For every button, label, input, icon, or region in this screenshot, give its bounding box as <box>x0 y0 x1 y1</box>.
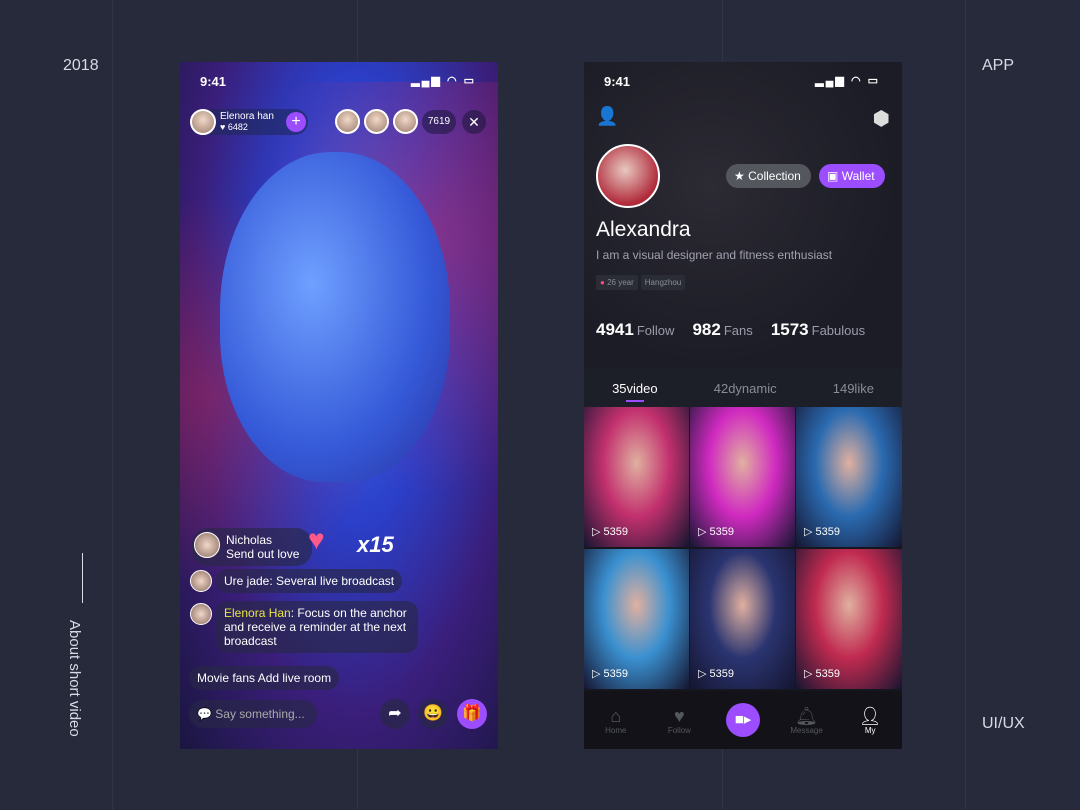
view-count: ▷ 5359 <box>592 668 628 680</box>
nav-home[interactable]: ⌂ Home <box>591 706 641 735</box>
status-icons: ▂▄▆ ◠ ▭ <box>815 75 880 87</box>
wallet-button[interactable]: ▣ Wallet <box>819 164 885 188</box>
nav-follow[interactable]: ♥ Follow <box>654 706 704 735</box>
profile-screen: 9:41 ▂▄▆ ◠ ▭ 👤 ⬢ ★ Collection ▣ Wallet Al… <box>584 62 902 749</box>
avatar[interactable] <box>596 144 660 208</box>
location-tag: Hangzhou <box>640 275 686 290</box>
side-caption: About short video <box>66 620 83 737</box>
tab-dynamic[interactable]: 42dynamic <box>714 381 777 396</box>
tab-video[interactable]: 35video <box>612 381 658 402</box>
viewer-avatar[interactable] <box>364 109 389 134</box>
bell-icon: 🔔︎ <box>795 705 818 726</box>
heart-icon: ♥ <box>674 705 685 726</box>
video-thumbnail[interactable]: ▷ 5359 <box>584 407 689 547</box>
user-icon: 👤︎ <box>858 705 882 726</box>
view-count: ▷ 5359 <box>804 668 840 680</box>
view-count: ▷ 5359 <box>698 668 734 680</box>
emoji-button[interactable]: 😀 <box>418 699 448 729</box>
chat-message: Ure jade: Several live broadcast <box>216 569 403 593</box>
tab-like[interactable]: 149like <box>833 381 874 396</box>
streamer-photo <box>220 152 450 482</box>
host-likes: ♥ 6482 <box>220 122 248 132</box>
home-icon: ⌂ <box>610 705 622 726</box>
viewer-avatar[interactable] <box>335 109 360 134</box>
video-camera-icon: ■▸ <box>725 703 760 737</box>
clock: 9:41 <box>200 74 227 89</box>
video-thumbnail[interactable]: ▷ 5359 <box>690 407 795 547</box>
follow-button[interactable]: + <box>286 112 306 132</box>
viewer-count: 7619 <box>422 110 456 134</box>
nav-my[interactable]: 👤︎ My <box>845 706 895 735</box>
status-icons: ▂▄▆ ◠ ▭ <box>411 75 476 87</box>
settings-icon[interactable]: ⬢ <box>873 106 890 131</box>
view-count: ▷ 5359 <box>804 526 840 538</box>
uiux-label: UI/UX <box>982 715 1025 732</box>
video-thumbnail[interactable]: ▷ 5359 <box>796 407 902 547</box>
avatar <box>190 109 216 135</box>
gift-button[interactable]: 🎁 <box>457 699 487 729</box>
fabulous-stat[interactable]: 1573 Fabulous <box>771 320 865 339</box>
host-badge[interactable]: Elenora han ♥ 6482 + <box>190 109 308 135</box>
year-label: 2018 <box>63 57 99 74</box>
nav-message[interactable]: 🔔︎ Message <box>782 706 832 735</box>
share-button[interactable]: ➦ <box>380 699 410 729</box>
video-thumbnail[interactable]: ▷ 5359 <box>584 549 689 689</box>
clock: 9:41 <box>604 74 631 89</box>
chat-icon: 💬 <box>197 707 212 721</box>
fans-stat[interactable]: 982 Fans <box>692 320 752 339</box>
star-icon: ★ <box>734 169 745 183</box>
stats-row: 4941 Follow 982 Fans 1573 Fabulous <box>596 320 865 340</box>
app-label: APP <box>982 57 1015 74</box>
profile-bio: I am a visual designer and fitness enthu… <box>596 248 833 262</box>
chat-message: Elenora Han: Focus on the anchor and rec… <box>216 601 418 653</box>
view-count: ▷ 5359 <box>592 526 628 538</box>
say-something-input[interactable]: 💬 Say something... <box>189 700 317 728</box>
record-button[interactable]: ■▸ <box>718 703 768 737</box>
chat-message: Movie fans Add live room <box>189 666 340 690</box>
gift-multiplier: x15 <box>357 532 394 557</box>
gift-action: Send out love <box>226 547 300 561</box>
host-name: Elenora han <box>220 111 274 122</box>
divider <box>82 553 83 603</box>
follow-stat[interactable]: 4941 Follow <box>596 320 674 339</box>
age-tag: ● 26 year <box>596 275 638 290</box>
collection-button[interactable]: ★ Collection <box>726 164 811 188</box>
heart-icon: ♥ <box>308 524 325 555</box>
add-friend-icon[interactable]: 👤 <box>596 106 618 127</box>
gift-sender: Nicholas <box>226 533 273 547</box>
viewer-avatar[interactable] <box>393 109 418 134</box>
close-button[interactable]: ✕ <box>462 110 486 134</box>
view-count: ▷ 5359 <box>698 526 734 538</box>
wallet-icon: ▣ <box>827 169 839 183</box>
profile-name: Alexandra <box>596 218 691 241</box>
video-thumbnail[interactable]: ▷ 5359 <box>796 549 902 689</box>
live-stream-screen: 9:41 ▂▄▆ ◠ ▭ Elenora han ♥ 6482 + 7619 ✕ N… <box>180 62 498 749</box>
video-thumbnail[interactable]: ▷ 5359 <box>690 549 795 689</box>
